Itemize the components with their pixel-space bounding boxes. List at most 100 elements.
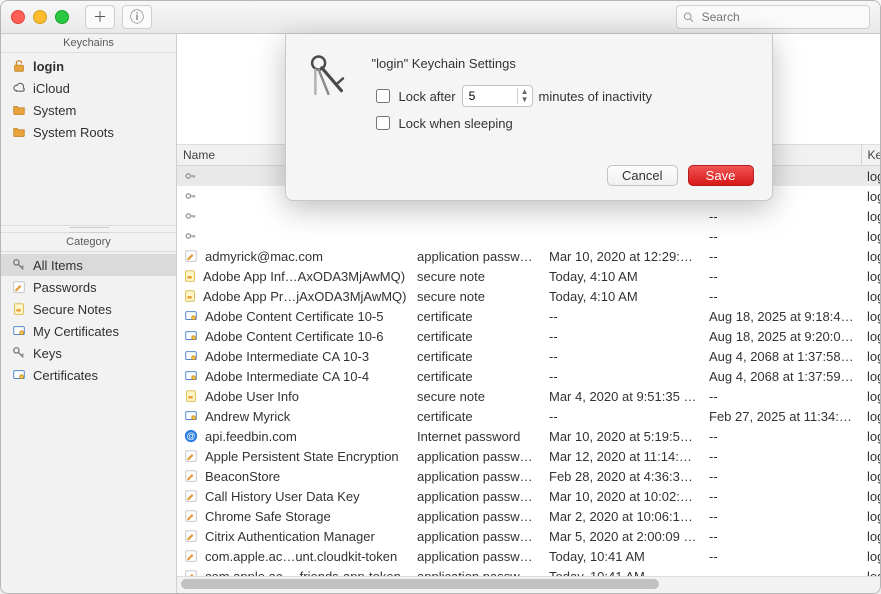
lock-after-minutes-input[interactable]: [463, 89, 517, 103]
table-row[interactable]: com.apple.ac…unt.cloudkit-tokenapplicati…: [177, 546, 880, 566]
sidebar-item-label: System: [33, 103, 76, 118]
keychains-heading: Keychains: [1, 34, 176, 53]
save-button[interactable]: Save: [688, 165, 754, 186]
horizontal-scrollbar-thumb[interactable]: [181, 579, 659, 589]
cert-icon: [183, 368, 199, 384]
sidebar-category-item[interactable]: Passwords: [1, 276, 176, 298]
pencil-icon: [183, 248, 199, 264]
sidebar-category-item[interactable]: Secure Notes: [1, 298, 176, 320]
pencil-icon: [183, 528, 199, 544]
table-row[interactable]: Adobe App Pr…jAxODA3MjAwMQ)secure noteTo…: [177, 286, 880, 306]
cell-expires: --: [703, 446, 861, 466]
cancel-button[interactable]: Cancel: [607, 165, 677, 186]
cell-name: admyrick@mac.com: [205, 249, 323, 264]
table-row[interactable]: Adobe Content Certificate 10-5certificat…: [177, 306, 880, 326]
table-row[interactable]: admyrick@mac.comapplication passwordMar …: [177, 246, 880, 266]
cell-expires: Feb 27, 2025 at 11:34:14…: [703, 406, 861, 426]
table-row[interactable]: Apple Persistent State Encryptionapplica…: [177, 446, 880, 466]
pencil-icon: [183, 568, 199, 576]
sidebar-keychain-item[interactable]: login: [1, 55, 176, 77]
search-input[interactable]: [700, 9, 863, 25]
sidebar-resize-handle[interactable]: [1, 225, 176, 233]
search-field[interactable]: [676, 5, 870, 29]
plus-icon: ＋: [93, 7, 107, 27]
cell-kind: certificate: [411, 346, 543, 366]
sidebar-category-item[interactable]: Certificates: [1, 364, 176, 386]
cell-name: Apple Persistent State Encryption: [205, 449, 399, 464]
sheet-title: "login" Keychain Settings: [372, 56, 754, 71]
table-row[interactable]: Adobe Intermediate CA 10-3certificate--A…: [177, 346, 880, 366]
cell-kind: Internet password: [411, 426, 543, 446]
sidebar-category-item[interactable]: My Certificates: [1, 320, 176, 342]
cell-name: Adobe Intermediate CA 10-4: [205, 369, 369, 384]
table-row[interactable]: --login: [177, 206, 880, 226]
cell-modified: Mar 5, 2020 at 2:00:09 PM: [543, 526, 703, 546]
add-item-button[interactable]: ＋: [85, 5, 115, 29]
cell-modified: [543, 226, 703, 246]
cell-kind: certificate: [411, 406, 543, 426]
lock-when-sleeping-checkbox[interactable]: [376, 116, 390, 130]
sidebar-item-label: System Roots: [33, 125, 114, 140]
sidebar-keychain-item[interactable]: iCloud: [1, 77, 176, 99]
horizontal-scrollbar[interactable]: [181, 579, 864, 591]
cell-kind: secure note: [411, 266, 543, 286]
cell-kind: [411, 226, 543, 246]
minimize-window-button[interactable]: [33, 10, 47, 24]
cell-keychain: login: [861, 366, 880, 386]
cell-expires: --: [703, 546, 861, 566]
cert-icon: [183, 328, 199, 344]
search-icon: [683, 11, 694, 23]
sidebar-item-label: Passwords: [33, 280, 97, 295]
cell-keychain: login: [861, 486, 880, 506]
cell-modified: --: [543, 306, 703, 326]
cell-keychain: login: [861, 286, 880, 306]
note-icon: [11, 301, 27, 317]
table-row[interactable]: Citrix Authentication Managerapplication…: [177, 526, 880, 546]
lock-after-minutes-field[interactable]: ▲ ▼: [462, 85, 533, 107]
lock-after-checkbox[interactable]: [376, 89, 390, 103]
table-row[interactable]: com.apple.ac…-friends-app-tokenapplicati…: [177, 566, 880, 576]
cell-modified: Today, 10:41 AM: [543, 566, 703, 576]
cell-name: Chrome Safe Storage: [205, 509, 331, 524]
sidebar-keychain-item[interactable]: System Roots: [1, 121, 176, 143]
stepper-down-icon[interactable]: ▼: [518, 96, 532, 104]
close-window-button[interactable]: [11, 10, 25, 24]
cell-expires: --: [703, 526, 861, 546]
info-button[interactable]: ⓘ: [122, 5, 152, 29]
pencil-icon: [183, 448, 199, 464]
cell-name: Andrew Myrick: [205, 409, 290, 424]
cell-expires: --: [703, 426, 861, 446]
col-keychain-header[interactable]: Keychain: [861, 145, 880, 166]
bottom-bar: [177, 576, 880, 593]
table-row[interactable]: BeaconStoreapplication passwordFeb 28, 2…: [177, 466, 880, 486]
cell-keychain: login: [861, 166, 880, 187]
table-row[interactable]: Chrome Safe Storageapplication passwordM…: [177, 506, 880, 526]
table-row[interactable]: Call History User Data Keyapplication pa…: [177, 486, 880, 506]
sidebar-item-label: login: [33, 59, 64, 74]
table-row[interactable]: Adobe User Infosecure noteMar 4, 2020 at…: [177, 386, 880, 406]
table-row[interactable]: @api.feedbin.comInternet passwordMar 10,…: [177, 426, 880, 446]
cell-kind: application password: [411, 566, 543, 576]
sidebar-category-item[interactable]: All Items: [1, 254, 176, 276]
sidebar-item-label: Keys: [33, 346, 62, 361]
sidebar-category-item[interactable]: Keys: [1, 342, 176, 364]
cell-kind: application password: [411, 246, 543, 266]
cell-expires: --: [703, 486, 861, 506]
zoom-window-button[interactable]: [55, 10, 69, 24]
cell-expires: Aug 4, 2068 at 1:37:58 PM: [703, 346, 861, 366]
table-row[interactable]: Adobe Content Certificate 10-6certificat…: [177, 326, 880, 346]
items-table-wrap[interactable]: Name Kind Date Modified Expires Keychain…: [177, 145, 880, 576]
cell-name: Adobe App Pr…jAxODA3MjAwMQ): [203, 289, 407, 304]
table-row[interactable]: Adobe Intermediate CA 10-4certificate--A…: [177, 366, 880, 386]
pencil-icon: [183, 508, 199, 524]
cell-kind: application password: [411, 546, 543, 566]
table-row[interactable]: Adobe App Inf…AxODA3MjAwMQ)secure noteTo…: [177, 266, 880, 286]
window-controls: [11, 10, 69, 24]
table-row[interactable]: --login: [177, 226, 880, 246]
note-icon: [183, 288, 197, 304]
sidebar-keychain-item[interactable]: System: [1, 99, 176, 121]
minutes-stepper[interactable]: ▲ ▼: [517, 88, 532, 104]
cell-kind: certificate: [411, 306, 543, 326]
table-row[interactable]: Andrew Myrickcertificate--Feb 27, 2025 a…: [177, 406, 880, 426]
cell-modified: --: [543, 366, 703, 386]
